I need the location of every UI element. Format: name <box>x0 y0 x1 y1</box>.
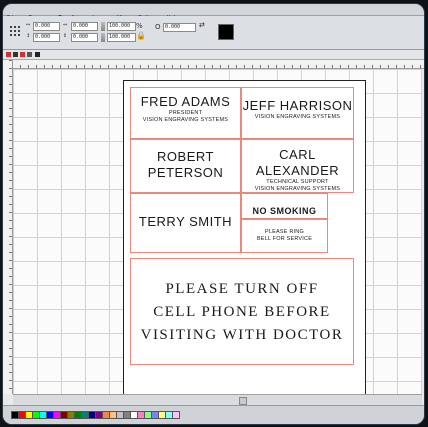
carl-title: TECHNICAL SUPPORT <box>266 179 329 185</box>
width-label-icon: ⇔ <box>63 22 68 28</box>
robert-line2: PETERSON <box>147 165 224 180</box>
color-swatch[interactable] <box>218 24 234 40</box>
phone-line3: VISITING WITH DOCTOR <box>140 327 344 343</box>
transform-toolbar: ↔ 0.000 ↕ 0.000 ⇔ 0.000 ⇕ 0.000 100.000 … <box>3 16 424 50</box>
fred-name: FRED ADAMS <box>140 94 231 109</box>
no-smoking-text: NO SMOKING <box>252 206 317 216</box>
angle-label: O <box>155 23 161 31</box>
percent-icon: % <box>136 22 143 30</box>
plate-carl-alexander[interactable]: CARL ALEXANDER TECHNICAL SUPPORT VISION … <box>241 139 354 193</box>
bell-line2: BELL FOR SERVICE <box>256 236 313 242</box>
x-label-icon: ↔ <box>26 22 31 28</box>
lock-icon[interactable]: 🔒 <box>136 31 146 40</box>
phone-line2: CELL PHONE BEFORE <box>153 304 331 320</box>
jeff-name: JEFF HARRISON <box>242 98 353 113</box>
plate-ring-bell[interactable]: PLEASE RING BELL FOR SERVICE <box>241 219 328 253</box>
horizontal-ruler <box>12 60 424 69</box>
y-label-icon: ↕ <box>26 33 31 39</box>
plate-no-smoking[interactable]: NO SMOKING <box>241 193 328 219</box>
vertical-ruler <box>3 60 13 394</box>
height-field[interactable]: 0.000 <box>71 33 98 42</box>
palette-swatch[interactable] <box>172 411 180 419</box>
carl-company: VISION ENGRAVING SYSTEMS <box>254 186 341 192</box>
color-palette <box>3 405 424 424</box>
terry-name: TERRY SMITH <box>138 214 233 229</box>
robert-line1: ROBERT <box>157 149 214 164</box>
bell-line1: PLEASE RING <box>265 229 304 235</box>
node-tool-icon[interactable] <box>13 52 18 57</box>
pen-tool-icon[interactable] <box>35 52 40 57</box>
horizontal-scrollbar[interactable] <box>13 394 422 405</box>
phone-line1: PLEASE TURN OFF <box>165 281 319 297</box>
menu-bar: Edge Engrave Transform Image View Option… <box>3 4 424 21</box>
engraving-plate: FRED ADAMS PRESIDENT VISION ENGRAVING SY… <box>123 80 366 394</box>
fred-company: VISION ENGRAVING SYSTEMS <box>142 117 229 123</box>
x-field[interactable]: 0.000 <box>33 22 60 31</box>
carl-name: CARL ALEXANDER <box>255 147 340 178</box>
design-canvas[interactable]: FRED ADAMS PRESIDENT VISION ENGRAVING SY… <box>13 69 422 394</box>
jeff-company: VISION ENGRAVING SYSTEMS <box>254 114 341 120</box>
width-field[interactable]: 0.000 <box>71 22 98 31</box>
plate-jeff-harrison[interactable]: JEFF HARRISON VISION ENGRAVING SYSTEMS <box>241 87 354 139</box>
cut-tool-icon[interactable] <box>20 52 25 57</box>
scrollbar-thumb[interactable] <box>239 397 247 405</box>
scale-y-field[interactable]: 100.000 <box>107 33 136 42</box>
angle-field[interactable]: 0.000 <box>163 23 196 32</box>
position-grid-icon[interactable] <box>9 25 21 37</box>
scale-y-spinner[interactable] <box>101 33 105 42</box>
plate-robert-peterson[interactable]: ROBERT PETERSON <box>130 139 241 193</box>
scale-x-spinner[interactable] <box>101 22 105 31</box>
scale-x-field[interactable]: 100.000 <box>107 22 136 31</box>
height-label-icon: ⇕ <box>63 33 68 39</box>
undo-tool-icon[interactable] <box>27 52 32 57</box>
app-window: Edge Engrave Transform Image View Option… <box>3 4 424 424</box>
y-field[interactable]: 0.000 <box>33 33 60 42</box>
red-tool-icon[interactable] <box>6 52 11 57</box>
mirror-icon[interactable]: ⇄ <box>199 21 205 29</box>
fred-title: PRESIDENT <box>168 110 203 116</box>
plate-terry-smith[interactable]: TERRY SMITH <box>130 193 241 253</box>
tool-strip <box>3 50 424 60</box>
plate-cell-phone[interactable]: PLEASE TURN OFF CELL PHONE BEFORE VISITI… <box>130 258 354 365</box>
plate-fred-adams[interactable]: FRED ADAMS PRESIDENT VISION ENGRAVING SY… <box>130 87 241 139</box>
